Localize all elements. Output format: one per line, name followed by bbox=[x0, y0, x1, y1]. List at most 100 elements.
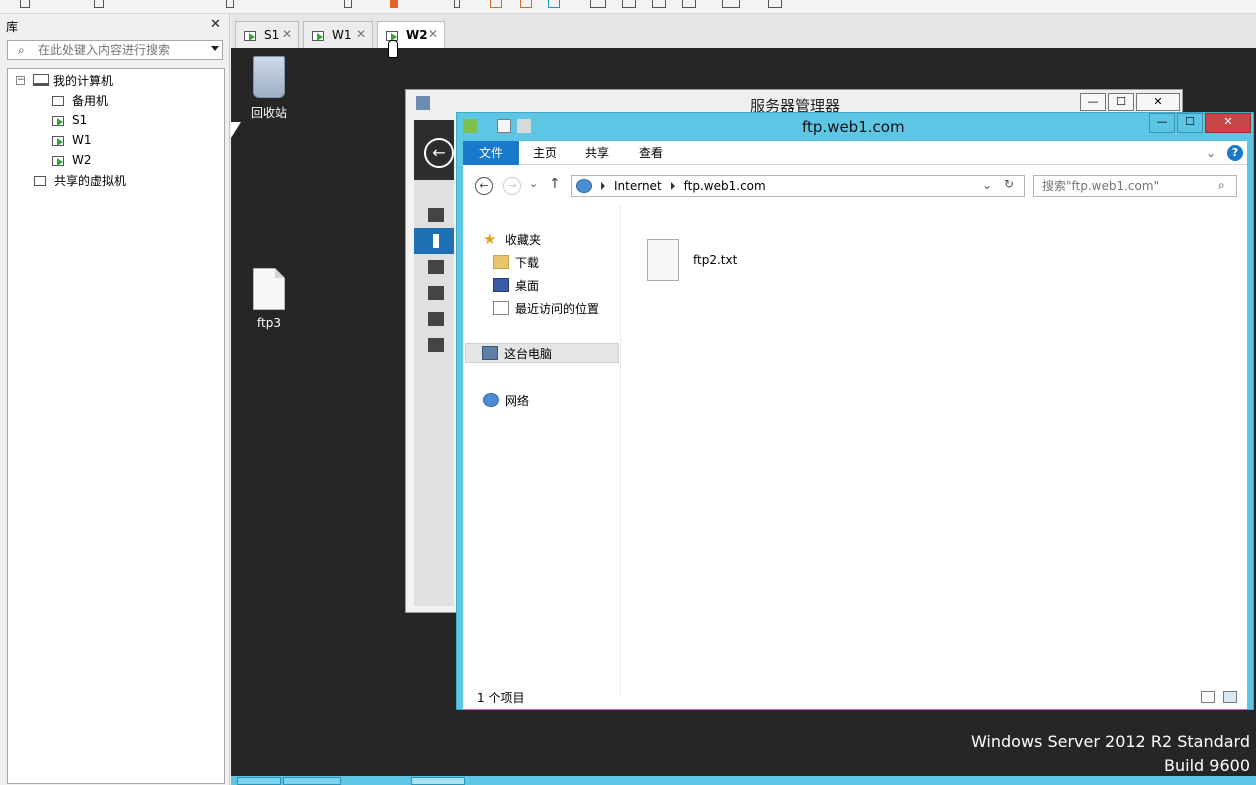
role-icon[interactable] bbox=[428, 286, 444, 300]
taskbar-server-manager[interactable] bbox=[283, 777, 341, 785]
close-button[interactable]: ✕ bbox=[1205, 113, 1251, 133]
dashboard-icon[interactable] bbox=[428, 208, 444, 222]
properties-icon[interactable] bbox=[497, 119, 511, 133]
view-icon[interactable] bbox=[768, 0, 782, 8]
desktop-icon-ftp3[interactable]: ftp3 bbox=[239, 268, 299, 330]
new-folder-icon[interactable] bbox=[517, 119, 531, 133]
desktop-icon-recycle-bin[interactable]: 回收站 bbox=[239, 56, 299, 121]
library-search[interactable]: ⌕ bbox=[7, 40, 223, 60]
snapshot-manager-icon[interactable] bbox=[548, 0, 560, 8]
pause-icon[interactable] bbox=[390, 0, 398, 8]
file-name: ftp2.txt bbox=[693, 253, 738, 267]
maximize-button[interactable]: ☐ bbox=[1108, 93, 1134, 111]
chevron-down-icon[interactable] bbox=[211, 46, 219, 51]
taskbar-explorer[interactable] bbox=[411, 777, 465, 785]
library-close-icon[interactable]: ✕ bbox=[210, 17, 221, 32]
role-icon[interactable] bbox=[428, 312, 444, 326]
address-row: ← → ⌄ ↑ Internet ftp.web1.com ⌄ ↻ ⌕ bbox=[463, 165, 1247, 205]
tab-s1[interactable]: S1 ✕ bbox=[235, 21, 299, 48]
tab-w1[interactable]: W1 ✕ bbox=[303, 21, 373, 48]
nav-label: 桌面 bbox=[515, 278, 540, 293]
explorer-window[interactable]: ftp.web1.com — ☐ ✕ 文件 主页 共享 查看 ⌄ ? ← → ⌄… bbox=[456, 112, 1254, 710]
tree-item-w1[interactable]: W1 bbox=[52, 131, 92, 149]
search-icon: ⌕ bbox=[1218, 178, 1225, 192]
toolbar-glyph[interactable] bbox=[20, 0, 30, 8]
tree-item-w2[interactable]: W2 bbox=[52, 151, 92, 169]
close-button[interactable]: ✕ bbox=[1136, 93, 1180, 111]
up-button[interactable]: ↑ bbox=[549, 176, 561, 192]
start-button[interactable] bbox=[237, 777, 281, 785]
tab-view[interactable]: 查看 bbox=[631, 141, 671, 165]
snapshot-icon[interactable] bbox=[490, 0, 502, 8]
recycle-bin-icon bbox=[253, 56, 285, 98]
breadcrumb-separator-icon[interactable] bbox=[670, 182, 675, 190]
tab-file[interactable]: 文件 bbox=[463, 141, 519, 165]
breadcrumb-ftp-web1[interactable]: ftp.web1.com bbox=[684, 179, 766, 193]
large-icons-view-icon[interactable] bbox=[1223, 691, 1237, 703]
nav-favorites[interactable]: ★ 收藏夹 bbox=[483, 229, 541, 249]
explorer-titlebar[interactable]: ftp.web1.com — ☐ ✕ bbox=[457, 113, 1253, 139]
tab-share[interactable]: 共享 bbox=[577, 141, 617, 165]
address-bar[interactable]: Internet ftp.web1.com ⌄ ↻ bbox=[571, 175, 1025, 197]
explorer-search-input[interactable] bbox=[1042, 179, 1212, 193]
mouse-pointer-icon bbox=[231, 122, 241, 138]
file-item[interactable]: ftp2.txt bbox=[647, 239, 737, 281]
toolbar-glyph[interactable] bbox=[226, 0, 234, 8]
breadcrumb-internet[interactable]: Internet bbox=[614, 179, 662, 193]
view-icon[interactable] bbox=[590, 0, 606, 8]
os-watermark: Windows Server 2012 R2 Standard Build 96… bbox=[971, 730, 1250, 778]
back-button[interactable]: ← bbox=[414, 120, 454, 180]
address-dropdown-icon[interactable]: ⌄ bbox=[982, 178, 992, 192]
nav-this-pc[interactable]: 这台电脑 bbox=[465, 343, 619, 363]
tab-home[interactable]: 主页 bbox=[525, 141, 565, 165]
expand-ribbon-icon[interactable]: ⌄ bbox=[1201, 141, 1221, 165]
local-server-icon[interactable] bbox=[433, 234, 439, 248]
library-search-input[interactable] bbox=[38, 43, 208, 57]
snapshot-icon[interactable] bbox=[520, 0, 532, 8]
collapse-icon[interactable]: − bbox=[16, 75, 25, 85]
nav-network[interactable]: 网络 bbox=[483, 390, 529, 410]
minimize-button[interactable]: — bbox=[1080, 93, 1106, 111]
recent-locations-icon[interactable]: ⌄ bbox=[529, 177, 538, 190]
minimize-button[interactable]: — bbox=[1149, 113, 1175, 133]
nav-label: 收藏夹 bbox=[505, 232, 542, 247]
refresh-icon[interactable]: ↻ bbox=[1004, 177, 1014, 191]
back-button[interactable]: ← bbox=[475, 177, 493, 195]
view-icon[interactable] bbox=[682, 0, 696, 8]
explorer-search[interactable]: ⌕ bbox=[1033, 175, 1237, 197]
forward-button[interactable]: → bbox=[503, 177, 521, 195]
maximize-button[interactable]: ☐ bbox=[1177, 113, 1203, 133]
nav-downloads[interactable]: 下载 bbox=[493, 252, 539, 272]
tab-close-icon[interactable]: ✕ bbox=[282, 27, 292, 41]
breadcrumb-separator-icon[interactable] bbox=[601, 182, 605, 190]
role-icon[interactable] bbox=[428, 338, 444, 352]
vm-running-icon bbox=[52, 114, 66, 126]
navigation-pane: ★ 收藏夹 下载 桌面 最近访问的位置 这台电脑 网络 bbox=[463, 205, 621, 695]
taskbar bbox=[231, 776, 1256, 785]
chevron-down-icon[interactable] bbox=[539, 119, 547, 133]
desktop-icon-label: 回收站 bbox=[250, 106, 287, 120]
tree-item-s1[interactable]: S1 bbox=[52, 111, 87, 129]
tree-item-backup[interactable]: 备用机 bbox=[52, 91, 108, 109]
toolbar-glyph[interactable] bbox=[454, 0, 460, 8]
nav-desktop[interactable]: 桌面 bbox=[493, 275, 539, 295]
vm-console[interactable]: 回收站 ftp3 服务器管理器 — ☐ ✕ ← ftp.web1.com — ☐… bbox=[231, 48, 1256, 785]
view-icon[interactable] bbox=[722, 0, 740, 8]
star-icon: ★ bbox=[483, 230, 497, 248]
vm-running-icon bbox=[52, 154, 66, 166]
tab-close-icon[interactable]: ✕ bbox=[356, 27, 366, 41]
toolbar-glyph[interactable] bbox=[344, 0, 352, 8]
nav-recent-places[interactable]: 最近访问的位置 bbox=[493, 298, 599, 318]
all-servers-icon[interactable] bbox=[428, 260, 444, 274]
downloads-folder-icon bbox=[493, 255, 509, 269]
help-icon[interactable]: ? bbox=[1227, 145, 1243, 161]
details-view-icon[interactable] bbox=[1201, 691, 1215, 703]
tab-close-icon[interactable]: ✕ bbox=[428, 27, 438, 41]
view-icon[interactable] bbox=[622, 0, 636, 8]
view-icon[interactable] bbox=[652, 0, 666, 8]
desktop-icon-label: ftp3 bbox=[257, 316, 281, 330]
toolbar-glyph[interactable] bbox=[94, 0, 104, 8]
tree-item-shared-vms[interactable]: 共享的虚拟机 bbox=[34, 171, 126, 189]
tree-item-my-computer[interactable]: − 我的计算机 bbox=[16, 71, 113, 89]
nav-label: 网络 bbox=[505, 393, 530, 408]
